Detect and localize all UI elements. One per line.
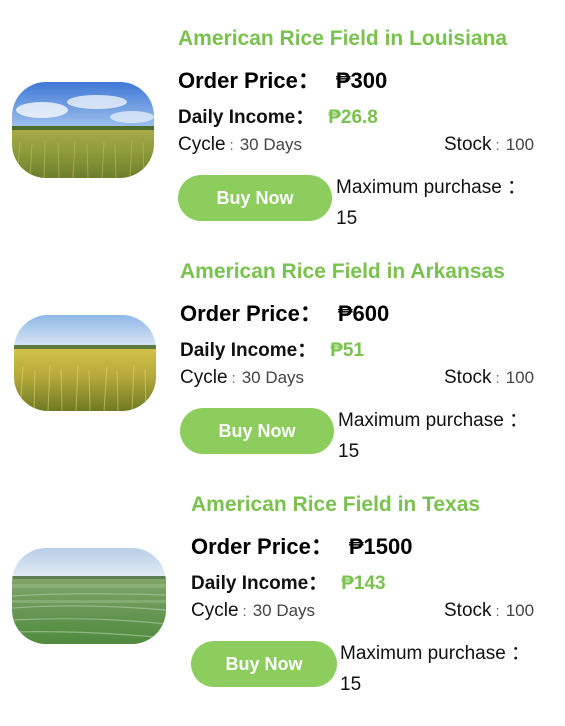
product-title[interactable]: American Rice Field in Louisiana <box>178 27 510 51</box>
maximum-purchase: Maximum purchase ： 15 <box>338 405 553 467</box>
stock-label: Stock <box>444 600 492 621</box>
order-price-row: Order Price： ₱1500 <box>191 529 412 561</box>
product-info: American Rice Field in Louisiana Order P… <box>178 27 565 260</box>
cycle-row: Cycle:30 Days <box>191 600 315 622</box>
daily-income-value: ₱143 <box>341 573 386 594</box>
daily-income-row: Daily Income： ₱143 <box>191 568 386 595</box>
maximum-purchase: Maximum purchase ： 15 <box>340 638 555 700</box>
buy-now-button[interactable]: Buy Now <box>180 408 334 454</box>
maximum-purchase: Maximum purchase ： 15 <box>336 172 551 234</box>
order-price-label: Order Price： <box>180 301 322 326</box>
product-title[interactable]: American Rice Field in Arkansas <box>180 260 512 284</box>
stock-label: Stock <box>444 134 492 155</box>
buy-now-button[interactable]: Buy Now <box>178 175 332 221</box>
buy-now-button[interactable]: Buy Now <box>191 641 337 687</box>
maximum-purchase-value: 15 <box>340 674 362 695</box>
product-image[interactable] <box>12 82 154 178</box>
cycle-value: 30 Days <box>239 135 303 154</box>
cycle-label: Cycle <box>178 134 226 155</box>
cycle-value: 30 Days <box>241 368 305 387</box>
colon-separator: : <box>229 137 234 154</box>
stock-value: 100 <box>505 601 535 620</box>
order-price-label: Order Price： <box>191 534 333 559</box>
stock-row: Stock:100 <box>444 134 534 156</box>
maximum-purchase-value: 15 <box>338 441 360 462</box>
maximum-purchase-value: 15 <box>336 208 358 229</box>
order-price-value: ₱600 <box>337 301 390 326</box>
colon-separator: : <box>242 603 247 620</box>
maximum-purchase-label: Maximum purchase ： <box>340 643 531 664</box>
maximum-purchase-label: Maximum purchase ： <box>338 410 529 431</box>
product-image[interactable] <box>14 315 156 411</box>
maximum-purchase-label: Maximum purchase ： <box>336 177 527 198</box>
stock-value: 100 <box>505 368 535 387</box>
product-card: American Rice Field in Louisiana Order P… <box>0 27 565 260</box>
order-price-row: Order Price： ₱600 <box>180 296 389 328</box>
daily-income-value: ₱51 <box>330 340 365 361</box>
daily-income-row: Daily Income： ₱26.8 <box>178 102 378 129</box>
product-info: American Rice Field in Texas Order Price… <box>191 493 565 726</box>
daily-income-label: Daily Income： <box>178 107 315 128</box>
product-image[interactable] <box>12 548 166 644</box>
product-card: American Rice Field in Texas Order Price… <box>0 493 565 726</box>
daily-income-row: Daily Income： ₱51 <box>180 335 364 362</box>
colon-separator: : <box>495 370 500 387</box>
daily-income-label: Daily Income： <box>191 573 328 594</box>
stock-value: 100 <box>505 135 535 154</box>
order-price-value: ₱1500 <box>348 534 413 559</box>
cycle-row: Cycle:30 Days <box>178 134 302 156</box>
daily-income-label: Daily Income： <box>180 340 317 361</box>
product-card: American Rice Field in Arkansas Order Pr… <box>0 260 565 493</box>
product-title[interactable]: American Rice Field in Texas <box>191 493 523 517</box>
stock-row: Stock:100 <box>444 600 534 622</box>
cycle-label: Cycle <box>191 600 239 621</box>
colon-separator: : <box>495 137 500 154</box>
cycle-label: Cycle <box>180 367 228 388</box>
colon-separator: : <box>231 370 236 387</box>
stock-label: Stock <box>444 367 492 388</box>
order-price-value: ₱300 <box>335 68 388 93</box>
colon-separator: : <box>495 603 500 620</box>
stock-row: Stock:100 <box>444 367 534 389</box>
order-price-label: Order Price： <box>178 68 320 93</box>
product-list: American Rice Field in Louisiana Order P… <box>0 0 565 720</box>
daily-income-value: ₱26.8 <box>328 107 378 128</box>
cycle-row: Cycle:30 Days <box>180 367 304 389</box>
order-price-row: Order Price： ₱300 <box>178 63 387 95</box>
product-info: American Rice Field in Arkansas Order Pr… <box>180 260 565 493</box>
cycle-value: 30 Days <box>252 601 316 620</box>
